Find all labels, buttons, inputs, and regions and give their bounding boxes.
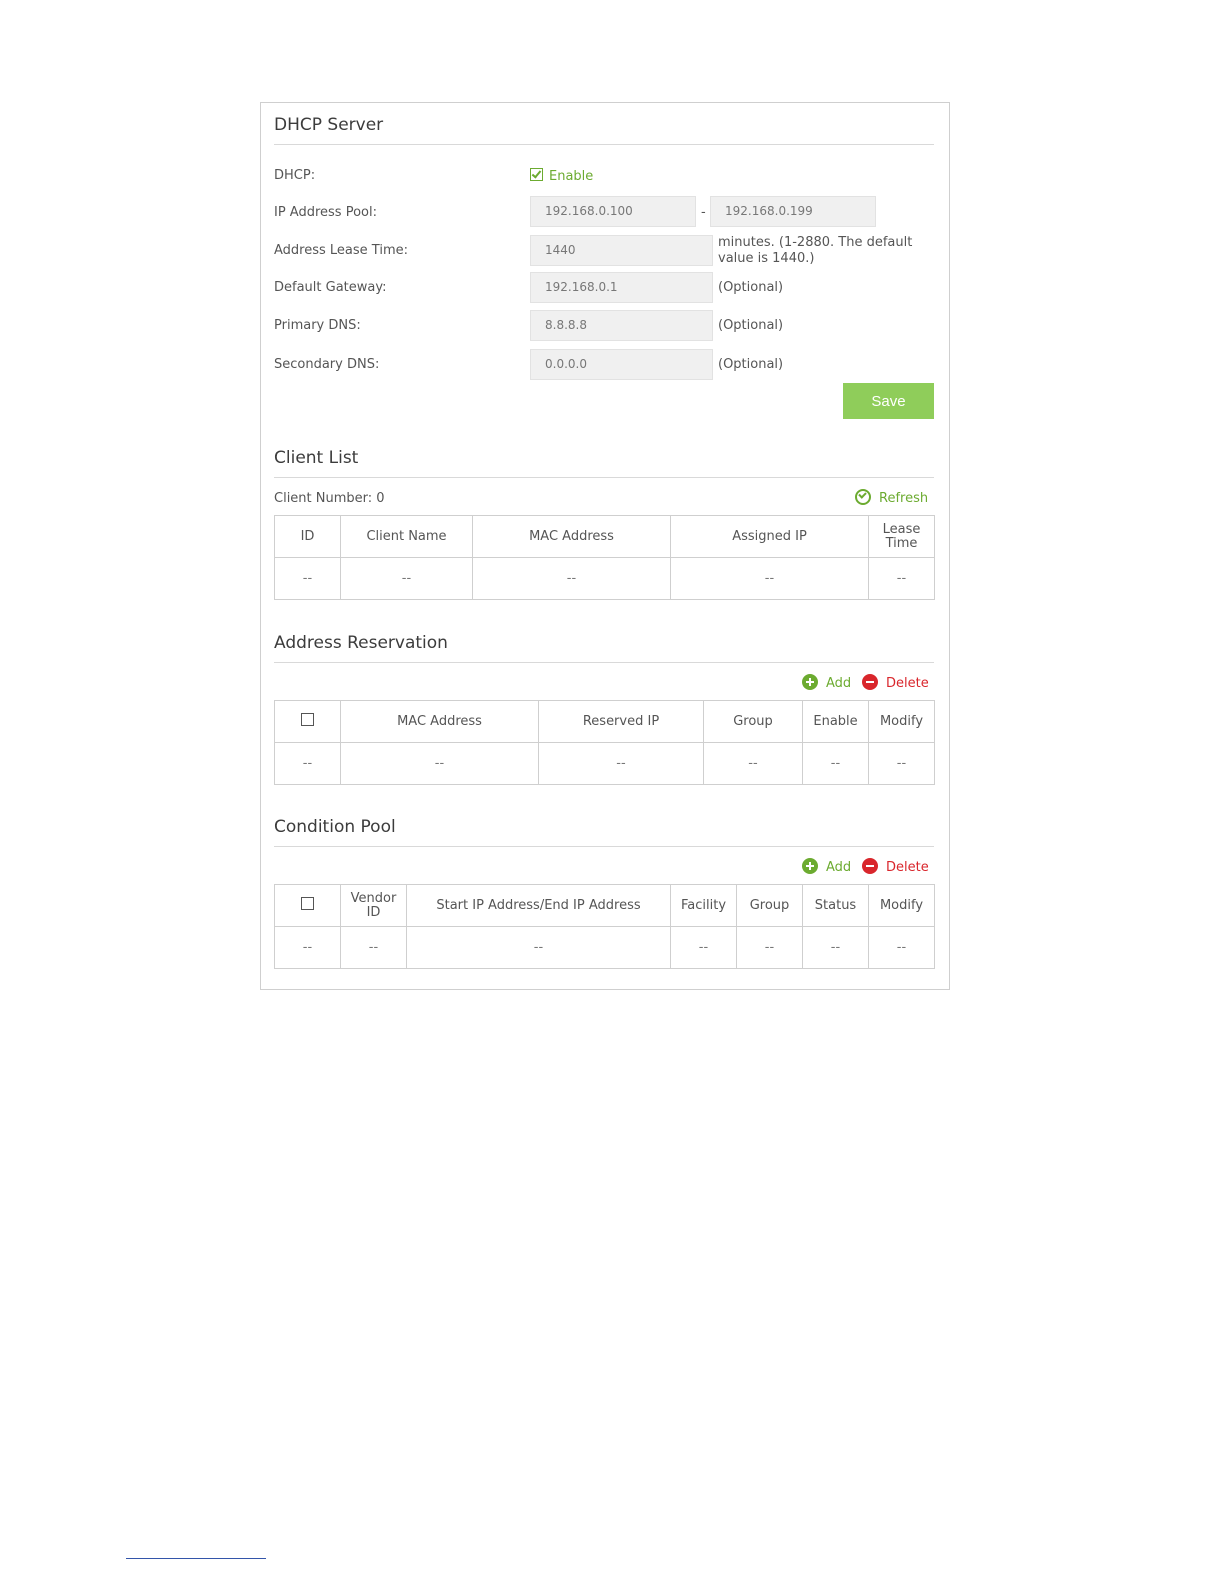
column-header: MAC Address xyxy=(472,515,671,558)
client-list-title: Client List xyxy=(274,447,934,478)
lease-time-input[interactable]: 1440 xyxy=(530,235,713,266)
primary-dns-optional-note: (Optional) xyxy=(718,318,784,333)
column-header: ID xyxy=(274,515,341,558)
column-header: Group xyxy=(736,884,803,927)
table-cell: -- xyxy=(868,926,935,969)
add-label: Add xyxy=(826,860,852,875)
secondary-dns-label: Secondary DNS: xyxy=(274,357,380,372)
column-header: Modify xyxy=(868,884,935,927)
primary-dns-input[interactable]: 8.8.8.8 xyxy=(530,310,713,341)
secondary-dns-optional-note: (Optional) xyxy=(718,357,784,372)
client-number-text: Client Number: 0 xyxy=(274,491,385,506)
column-header: Enable xyxy=(802,700,869,743)
delete-icon xyxy=(862,858,878,874)
table-row: -- -- -- -- -- -- -- xyxy=(274,926,935,969)
reservation-delete-button[interactable]: Delete xyxy=(862,674,929,693)
add-icon xyxy=(802,858,818,874)
footnote-divider xyxy=(126,1558,266,1559)
checkbox-checked-icon xyxy=(530,168,543,181)
column-header: Group xyxy=(703,700,803,743)
dhcp-enable-label: Enable xyxy=(549,169,594,184)
refresh-icon xyxy=(855,489,871,505)
table-cell: -- xyxy=(802,742,869,785)
delete-icon xyxy=(862,674,878,690)
table-row: -- -- -- -- -- xyxy=(274,557,935,600)
address-reservation-title: Address Reservation xyxy=(274,632,934,663)
select-all-checkbox[interactable] xyxy=(274,700,341,743)
table-cell: -- xyxy=(274,557,341,600)
table-header-row: MAC Address Reserved IP Group Enable Mod… xyxy=(274,700,935,743)
table-cell: -- xyxy=(868,742,935,785)
table-header-row: Vendor ID Start IP Address/End IP Addres… xyxy=(274,884,935,927)
table-cell: -- xyxy=(670,926,737,969)
table-cell: -- xyxy=(703,742,803,785)
reservation-add-button[interactable]: Add xyxy=(802,674,851,693)
ip-pool-separator: - xyxy=(701,205,706,220)
gateway-input[interactable]: 192.168.0.1 xyxy=(530,272,713,303)
ip-pool-end-input[interactable]: 192.168.0.199 xyxy=(710,196,876,227)
table-cell: -- xyxy=(340,742,539,785)
gateway-optional-note: (Optional) xyxy=(718,280,784,295)
table-header-row: ID Client Name MAC Address Assigned IP L… xyxy=(274,515,935,558)
table-cell: -- xyxy=(670,557,869,600)
table-row: -- -- -- -- -- -- xyxy=(274,742,935,785)
delete-label: Delete xyxy=(886,860,929,875)
dhcp-settings-panel: DHCP Server DHCP: Enable IP Address Pool… xyxy=(260,102,950,990)
table-cell: -- xyxy=(538,742,704,785)
condition-delete-button[interactable]: Delete xyxy=(862,858,929,877)
table-cell: -- xyxy=(472,557,671,600)
column-header: MAC Address xyxy=(340,700,539,743)
client-list-table: ID Client Name MAC Address Assigned IP L… xyxy=(274,515,935,600)
table-cell: -- xyxy=(868,557,935,600)
column-header: Status xyxy=(802,884,869,927)
column-header: Lease Time xyxy=(868,515,935,558)
table-cell: -- xyxy=(736,926,803,969)
dhcp-label: DHCP: xyxy=(274,168,316,183)
table-cell: -- xyxy=(340,557,473,600)
table-cell: -- xyxy=(802,926,869,969)
condition-pool-table: Vendor ID Start IP Address/End IP Addres… xyxy=(274,884,935,969)
table-cell: -- xyxy=(274,742,341,785)
dhcp-enable-checkbox[interactable]: Enable xyxy=(530,168,593,185)
column-header: Start IP Address/End IP Address xyxy=(406,884,671,927)
ip-pool-start-input[interactable]: 192.168.0.100 xyxy=(530,196,696,227)
checkbox-icon xyxy=(301,713,314,726)
refresh-label: Refresh xyxy=(879,491,929,506)
lease-time-note-2: value is 1440.) xyxy=(718,251,815,266)
add-icon xyxy=(802,674,818,690)
table-cell: -- xyxy=(274,926,341,969)
column-header: Vendor ID xyxy=(340,884,407,927)
secondary-dns-input[interactable]: 0.0.0.0 xyxy=(530,349,713,380)
column-header: Assigned IP xyxy=(670,515,869,558)
save-button[interactable]: Save xyxy=(843,383,934,419)
table-cell: -- xyxy=(406,926,671,969)
column-header: Facility xyxy=(670,884,737,927)
table-cell: -- xyxy=(340,926,407,969)
address-reservation-table: MAC Address Reserved IP Group Enable Mod… xyxy=(274,700,935,785)
column-header: Modify xyxy=(868,700,935,743)
column-header: Client Name xyxy=(340,515,473,558)
lease-time-label: Address Lease Time: xyxy=(274,243,408,258)
refresh-button[interactable]: Refresh xyxy=(855,489,928,508)
ip-pool-label: IP Address Pool: xyxy=(274,205,377,220)
gateway-label: Default Gateway: xyxy=(274,280,387,295)
lease-time-note-1: minutes. (1-2880. The default xyxy=(718,235,913,250)
column-header: Reserved IP xyxy=(538,700,704,743)
checkbox-icon xyxy=(301,897,314,910)
primary-dns-label: Primary DNS: xyxy=(274,318,361,333)
dhcp-server-title: DHCP Server xyxy=(274,114,934,145)
add-label: Add xyxy=(826,676,852,691)
condition-add-button[interactable]: Add xyxy=(802,858,851,877)
condition-pool-title: Condition Pool xyxy=(274,816,934,847)
delete-label: Delete xyxy=(886,676,929,691)
select-all-checkbox[interactable] xyxy=(274,884,341,927)
